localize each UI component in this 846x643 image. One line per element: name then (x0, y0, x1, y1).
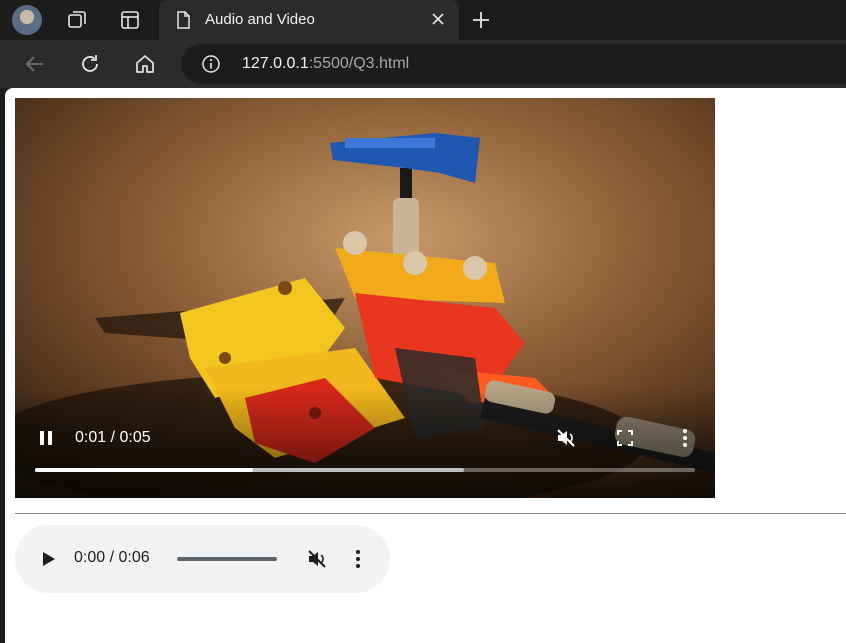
url-text: 127.0.0.1:5500/Q3.html (242, 55, 409, 73)
site-info-icon[interactable] (201, 54, 221, 74)
browser-toolbar: 127.0.0.1:5500/Q3.html (0, 40, 846, 88)
more-options-icon[interactable] (348, 548, 368, 570)
audio-time: 0:00 / 0:06 (74, 549, 150, 566)
muted-volume-icon[interactable] (555, 427, 577, 449)
url-path: :5500/Q3.html (308, 55, 410, 72)
audio-progress-bar[interactable] (177, 557, 277, 561)
video-player[interactable]: 0:01 / 0:05 (15, 98, 715, 498)
address-bar[interactable]: 127.0.0.1:5500/Q3.html (181, 44, 846, 84)
tab-actions-icon[interactable] (119, 9, 141, 31)
video-progress-bar[interactable] (35, 468, 695, 472)
url-host: 127.0.0.1 (242, 55, 309, 72)
home-icon[interactable] (133, 52, 157, 76)
reload-icon[interactable] (78, 52, 102, 76)
play-icon[interactable] (39, 550, 57, 568)
tab-strip: Audio and Video (0, 0, 846, 40)
video-played (35, 468, 253, 472)
page-icon (177, 11, 190, 29)
close-icon[interactable] (429, 10, 447, 28)
page-viewport: 0:01 / 0:05 0:00 / 0:06 (5, 88, 846, 643)
muted-volume-icon[interactable] (306, 548, 328, 570)
new-tab-icon[interactable] (470, 9, 492, 31)
back-icon[interactable] (23, 52, 47, 76)
audio-player[interactable]: 0:00 / 0:06 (15, 525, 390, 593)
pause-icon[interactable] (37, 429, 55, 447)
more-options-icon[interactable] (676, 427, 694, 449)
tab-active[interactable]: Audio and Video (159, 0, 459, 40)
profile-avatar[interactable] (12, 5, 42, 35)
fullscreen-icon[interactable] (616, 429, 634, 447)
horizontal-rule (15, 513, 846, 514)
workspaces-icon[interactable] (66, 9, 88, 31)
tab-title: Audio and Video (205, 11, 315, 28)
video-time: 0:01 / 0:05 (75, 429, 151, 446)
